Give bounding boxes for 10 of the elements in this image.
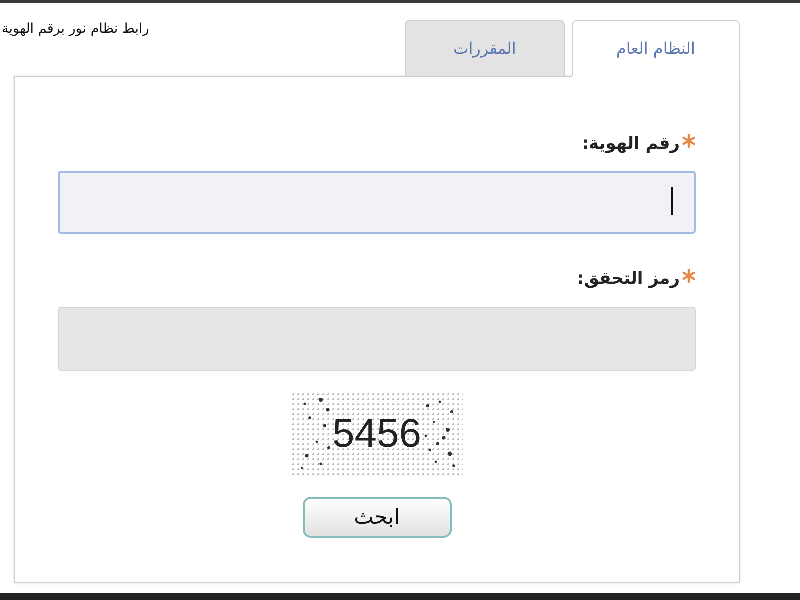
text-cursor-icon [671,187,673,215]
field-label: رقم الهوية: [582,133,680,156]
tab[interactable]: المقررات [405,20,565,77]
field-label: رمز التحقق: [577,268,680,291]
search-button[interactable]: ابحث [302,497,452,538]
verification-code-field[interactable] [58,307,696,371]
page-caption: رابط نظام نور برقم الهوية [2,21,150,38]
tab[interactable]: النظام العام [572,20,740,77]
captcha-text: 5456 [332,412,422,456]
id-number-field[interactable] [58,171,696,234]
